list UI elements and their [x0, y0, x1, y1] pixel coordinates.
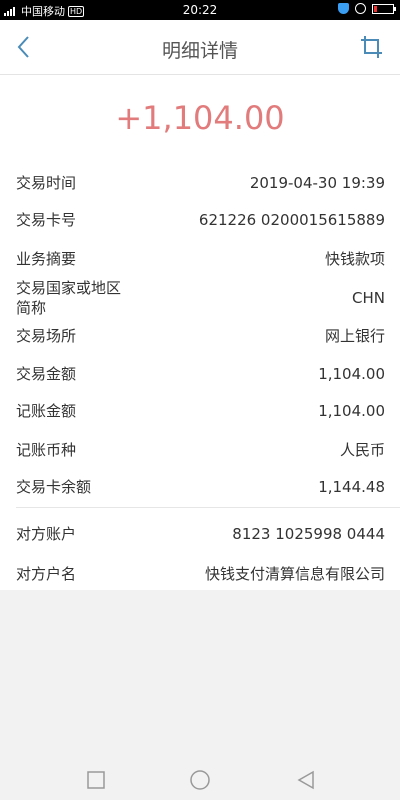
detail-row-card: 交易卡号 621226 0200015615889	[16, 210, 385, 230]
detail-label: 交易卡号	[16, 211, 77, 229]
detail-label: 业务摘要	[16, 249, 77, 268]
detail-value: 快钱支付清算信息有限公司	[204, 565, 385, 583]
system-nav-bar	[0, 760, 400, 800]
detail-value: 快钱款项	[324, 250, 385, 268]
crop-button[interactable]	[360, 35, 384, 59]
section-divider	[16, 507, 400, 508]
detail-label: 记账币种	[16, 440, 77, 459]
status-bar: 中国移动 HD 20:22	[0, 0, 400, 20]
rotation-lock-icon	[355, 3, 366, 14]
detail-value: 1,104.00	[318, 402, 385, 420]
detail-label: 记账金额	[16, 402, 77, 420]
detail-row-posted-amount: 记账金额 1,104.00	[16, 401, 385, 421]
detail-label: 交易时间	[16, 174, 77, 192]
system-back-button[interactable]	[294, 768, 318, 792]
circle-icon	[190, 770, 210, 790]
detail-value: 621226 0200015615889	[198, 211, 385, 229]
page-title: 明细详情	[161, 40, 238, 62]
header-bar: 明细详情	[0, 20, 400, 75]
detail-value: 8123 1025998 0444	[232, 525, 385, 543]
detail-label: 交易卡余额	[16, 478, 92, 496]
detail-label: 交易国家或地区 简称	[16, 279, 122, 317]
detail-row-currency: 记账币种 人民币	[16, 439, 385, 460]
battery-icon	[372, 3, 396, 14]
detail-row-country: 交易国家或地区 简称 CHN	[16, 278, 385, 318]
counterparty-row-account: 对方账户 8123 1025998 0444	[16, 524, 385, 544]
detail-value: 网上银行	[324, 327, 385, 345]
square-icon	[87, 771, 105, 789]
home-button[interactable]	[188, 768, 212, 792]
detail-row-txn-amount: 交易金额 1,104.00	[16, 364, 385, 384]
detail-value: 人民币	[339, 441, 385, 459]
detail-value: CHN	[352, 289, 385, 307]
detail-label: 对方账户	[16, 525, 77, 543]
detail-label: 交易金额	[16, 365, 77, 383]
detail-value: 1,144.48	[318, 478, 385, 496]
detail-value: 1,104.00	[318, 365, 385, 383]
detail-row-venue: 交易场所 网上银行	[16, 325, 385, 346]
transaction-amount: +1,104.00	[115, 99, 285, 137]
detail-label: 交易场所	[16, 326, 77, 345]
detail-value: 2019-04-30 19:39	[249, 174, 385, 192]
detail-panel: +1,104.00 交易时间 2019-04-30 19:39 交易卡号 621…	[0, 75, 400, 590]
recent-apps-button[interactable]	[84, 768, 108, 792]
crop-icon	[361, 36, 382, 58]
triangle-back-icon	[297, 770, 314, 790]
detail-row-time: 交易时间 2019-04-30 19:39	[16, 173, 385, 193]
detail-label: 对方户名	[16, 564, 77, 583]
detail-row-balance: 交易卡余额 1,144.48	[16, 477, 385, 497]
counterparty-row-name: 对方户名 快钱支付清算信息有限公司	[16, 563, 385, 584]
detail-row-summary: 业务摘要 快钱款项	[16, 248, 385, 269]
shield-icon	[338, 3, 349, 14]
status-right	[338, 3, 396, 14]
